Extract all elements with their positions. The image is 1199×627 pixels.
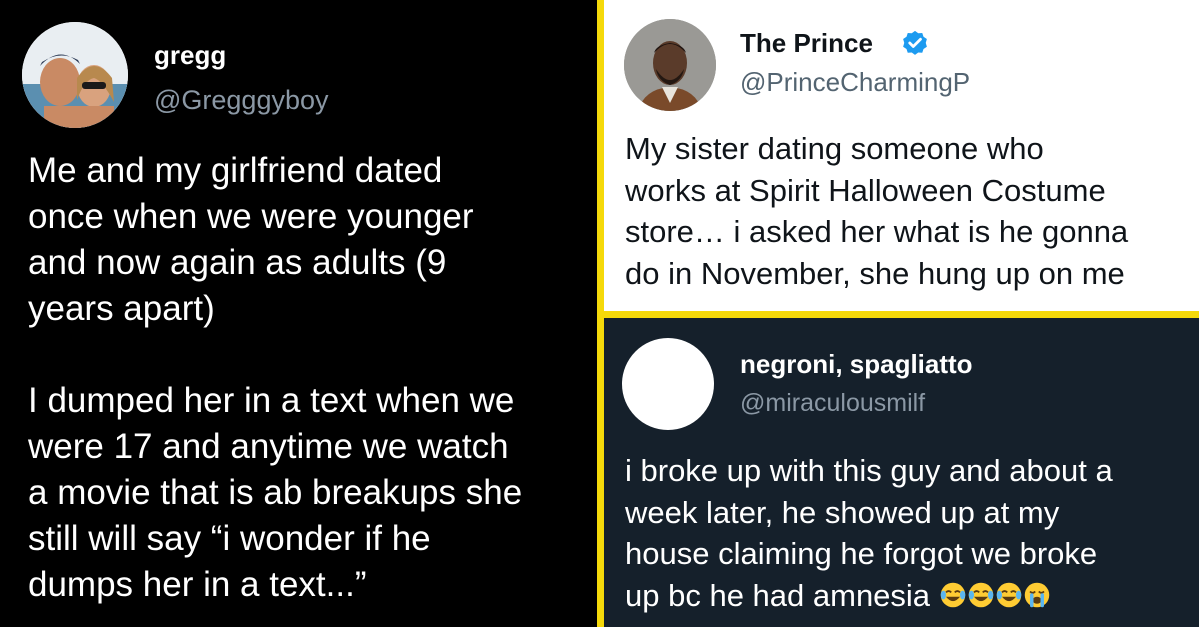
emoji-group — [930, 578, 1051, 613]
tears-of-joy-emoji-icon — [968, 582, 993, 607]
tweet-text: i broke up with this guy and about a wee… — [625, 450, 1190, 616]
loudly-crying-emoji-icon — [1024, 582, 1049, 607]
user-handle[interactable]: @miraculousmilf — [740, 389, 925, 418]
tweet-text: My sister dating someone who works at Sp… — [625, 131, 1129, 291]
user-handle[interactable]: @PrinceCharmingP — [740, 67, 970, 98]
display-name[interactable]: negroni, spagliatto — [740, 349, 973, 380]
avatar[interactable] — [622, 338, 714, 430]
tweet-text: Me and my girlfriend dated once when we … — [28, 151, 523, 604]
avatar[interactable] — [624, 19, 716, 111]
display-name[interactable]: gregg — [154, 40, 226, 71]
user-handle[interactable]: @Gregggyboy — [154, 85, 329, 116]
avatar[interactable] — [22, 22, 128, 128]
profile-photo — [624, 19, 716, 111]
tears-of-joy-emoji-icon — [996, 582, 1021, 607]
tweet-card-the-prince: The Prince @PrinceCharmingP My sister da… — [604, 0, 1199, 311]
profile-photo — [22, 22, 128, 128]
tweet-card-negroni: negroni, spagliatto @miraculousmilf i br… — [604, 318, 1199, 627]
tweet-card-gregg: gregg @Gregggyboy Me and my girlfriend d… — [0, 0, 597, 627]
verified-badge-icon — [903, 30, 927, 55]
tears-of-joy-emoji-icon — [940, 582, 965, 607]
display-name[interactable]: The Prince — [740, 28, 873, 59]
